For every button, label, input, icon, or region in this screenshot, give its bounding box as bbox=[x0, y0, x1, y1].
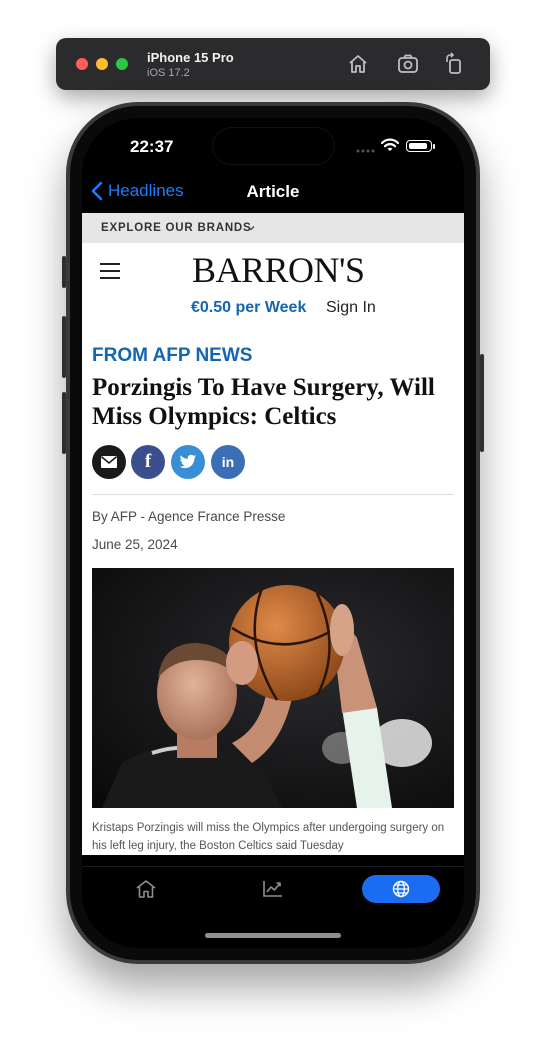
signal-dots-icon bbox=[356, 149, 375, 153]
action-button[interactable] bbox=[62, 256, 66, 288]
linkedin-icon: in bbox=[221, 454, 235, 470]
basketball-player-photo bbox=[92, 568, 454, 808]
explore-brands-bar[interactable]: EXPLORE OUR BRANDS bbox=[82, 213, 464, 243]
bottom-tab-bar bbox=[82, 866, 464, 917]
linkedin-share-button[interactable]: in bbox=[211, 445, 245, 479]
phone-screen: 22:37 Headlines Article EXPLORE OUR BRAN… bbox=[82, 118, 464, 948]
volume-down-button[interactable] bbox=[62, 392, 66, 454]
article-webview[interactable]: EXPLORE OUR BRANDS BARRON'S €0.50 per We… bbox=[82, 213, 464, 855]
chevron-down-icon bbox=[247, 226, 255, 231]
zoom-window-button[interactable] bbox=[116, 58, 128, 70]
twitter-icon bbox=[179, 454, 197, 469]
divider bbox=[92, 494, 454, 495]
menu-icon[interactable] bbox=[100, 263, 122, 281]
dynamic-island bbox=[213, 128, 334, 164]
explore-brands-label: EXPLORE OUR BRANDS bbox=[101, 222, 252, 234]
battery-cap bbox=[433, 144, 435, 149]
email-icon bbox=[100, 456, 118, 468]
wifi-icon bbox=[381, 138, 399, 151]
tab-markets[interactable] bbox=[253, 875, 293, 903]
nav-title: Article bbox=[246, 182, 300, 201]
twitter-share-button[interactable] bbox=[171, 445, 205, 479]
facebook-icon: f bbox=[144, 451, 152, 472]
barrons-logo[interactable]: BARRON'S bbox=[192, 249, 365, 291]
chart-icon bbox=[263, 881, 282, 897]
home-icon[interactable] bbox=[346, 52, 370, 76]
close-window-button[interactable] bbox=[76, 58, 88, 70]
tab-home[interactable] bbox=[126, 875, 166, 903]
rotate-icon[interactable] bbox=[442, 52, 466, 76]
home-indicator[interactable] bbox=[205, 933, 341, 938]
tab-web[interactable] bbox=[362, 875, 440, 903]
article-kicker[interactable]: FROM AFP NEWS bbox=[92, 345, 252, 367]
article-photo bbox=[92, 568, 454, 808]
home-icon bbox=[136, 880, 156, 898]
sign-in-link[interactable]: Sign In bbox=[326, 299, 376, 317]
status-time: 22:37 bbox=[130, 137, 174, 156]
globe-icon bbox=[392, 880, 410, 898]
simulator-toolbar: iPhone 15 Pro iOS 17.2 bbox=[56, 38, 490, 90]
article-headline: Porzingis To Have Surgery, Will Miss Oly… bbox=[92, 374, 435, 430]
device-name: iPhone 15 Pro bbox=[147, 50, 234, 65]
power-button[interactable] bbox=[480, 354, 484, 452]
os-version: iOS 17.2 bbox=[147, 67, 190, 79]
subscribe-price-link[interactable]: €0.50 per Week bbox=[191, 299, 306, 317]
photo-caption: Kristaps Porzingis will miss the Olympic… bbox=[92, 822, 445, 852]
battery-icon bbox=[406, 140, 432, 152]
article-byline: By AFP - Agence France Presse bbox=[92, 509, 286, 524]
article-date: June 25, 2024 bbox=[92, 537, 178, 552]
facebook-share-button[interactable]: f bbox=[131, 445, 165, 479]
email-share-button[interactable] bbox=[92, 445, 126, 479]
minimize-window-button[interactable] bbox=[96, 58, 108, 70]
screenshot-icon[interactable] bbox=[396, 52, 420, 76]
volume-up-button[interactable] bbox=[62, 316, 66, 378]
